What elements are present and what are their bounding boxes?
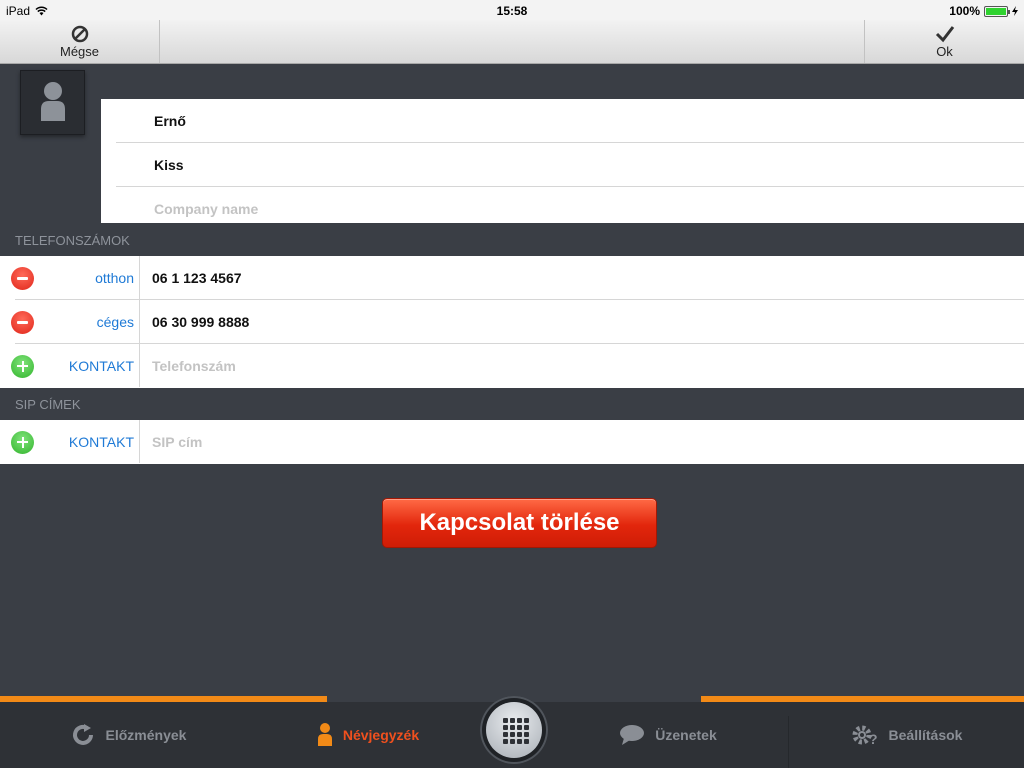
divider <box>139 344 140 387</box>
phones-section-header: TELEFONSZÁMOK <box>15 233 130 248</box>
phone-type-label[interactable]: céges <box>35 300 134 344</box>
phone-row: otthon 06 1 123 4567 <box>11 256 1024 300</box>
add-phone-button[interactable] <box>11 355 34 378</box>
gear-icon: ? <box>852 725 878 747</box>
add-sip-button[interactable] <box>11 431 34 454</box>
cancel-icon <box>71 25 88 43</box>
phone-number-field[interactable]: 06 1 123 4567 <box>152 256 1024 300</box>
ok-label: Ok <box>936 44 953 59</box>
tab-history-label: Előzmények <box>105 727 187 743</box>
contact-photo-button[interactable] <box>20 70 85 135</box>
ok-button[interactable]: Ok <box>864 20 1024 63</box>
new-phone-field[interactable]: Telefonszám <box>152 344 1024 388</box>
add-phone-row: KONTAKT Telefonszám <box>11 344 1024 388</box>
remove-phone-button[interactable] <box>11 267 34 290</box>
delete-contact-button[interactable]: Kapcsolat törlése <box>382 498 657 548</box>
chat-bubble-icon <box>620 725 645 745</box>
refresh-icon <box>72 724 93 745</box>
phone-number-field[interactable]: 06 30 999 8888 <box>152 300 1024 344</box>
person-placeholder-icon <box>41 82 65 121</box>
navigation-toolbar: Mégse Ok <box>0 20 1024 64</box>
name-card: Ernő Kiss Company name <box>101 99 1024 223</box>
phone-list: otthon 06 1 123 4567 céges 06 30 999 888… <box>0 256 1024 388</box>
cancel-button[interactable]: Mégse <box>0 20 160 63</box>
sip-list: KONTAKT SIP cím <box>0 420 1024 464</box>
add-sip-row: KONTAKT SIP cím <box>11 420 1024 464</box>
first-name-field[interactable]: Ernő <box>116 99 1024 143</box>
cancel-label: Mégse <box>59 44 100 59</box>
phone-row: céges 06 30 999 8888 <box>11 300 1024 344</box>
svg-text:?: ? <box>869 731 878 747</box>
new-sip-field[interactable]: SIP cím <box>152 420 1024 464</box>
divider <box>139 256 140 299</box>
add-phone-type-label[interactable]: KONTAKT <box>35 344 134 388</box>
remove-phone-button[interactable] <box>11 311 34 334</box>
dialpad-icon <box>503 718 529 744</box>
sip-section-header: SIP CÍMEK <box>15 397 81 412</box>
person-icon <box>317 723 332 746</box>
tab-messages-label: Üzenetek <box>655 727 717 743</box>
tab-contacts-label: Névjegyzék <box>342 727 420 743</box>
charging-icon <box>1012 6 1018 16</box>
add-sip-type-label[interactable]: KONTAKT <box>35 420 134 464</box>
tab-messages[interactable]: Üzenetek <box>548 702 788 768</box>
divider <box>139 300 140 343</box>
tab-contacts[interactable]: Névjegyzék <box>256 702 480 768</box>
status-bar: iPad 15:58 100% <box>0 0 1024 20</box>
tab-settings[interactable]: ? Beállítások <box>789 702 1024 768</box>
divider <box>139 420 140 463</box>
last-name-field[interactable]: Kiss <box>116 143 1024 187</box>
battery-icon <box>984 5 1010 17</box>
tab-history[interactable]: Előzmények <box>0 702 256 768</box>
battery-percent: 100% <box>949 4 980 18</box>
tab-settings-label: Beállítások <box>888 727 963 743</box>
checkmark-icon <box>935 26 954 43</box>
dialpad-button[interactable] <box>480 696 548 764</box>
phone-type-label[interactable]: otthon <box>35 256 134 300</box>
clock: 15:58 <box>496 4 528 18</box>
